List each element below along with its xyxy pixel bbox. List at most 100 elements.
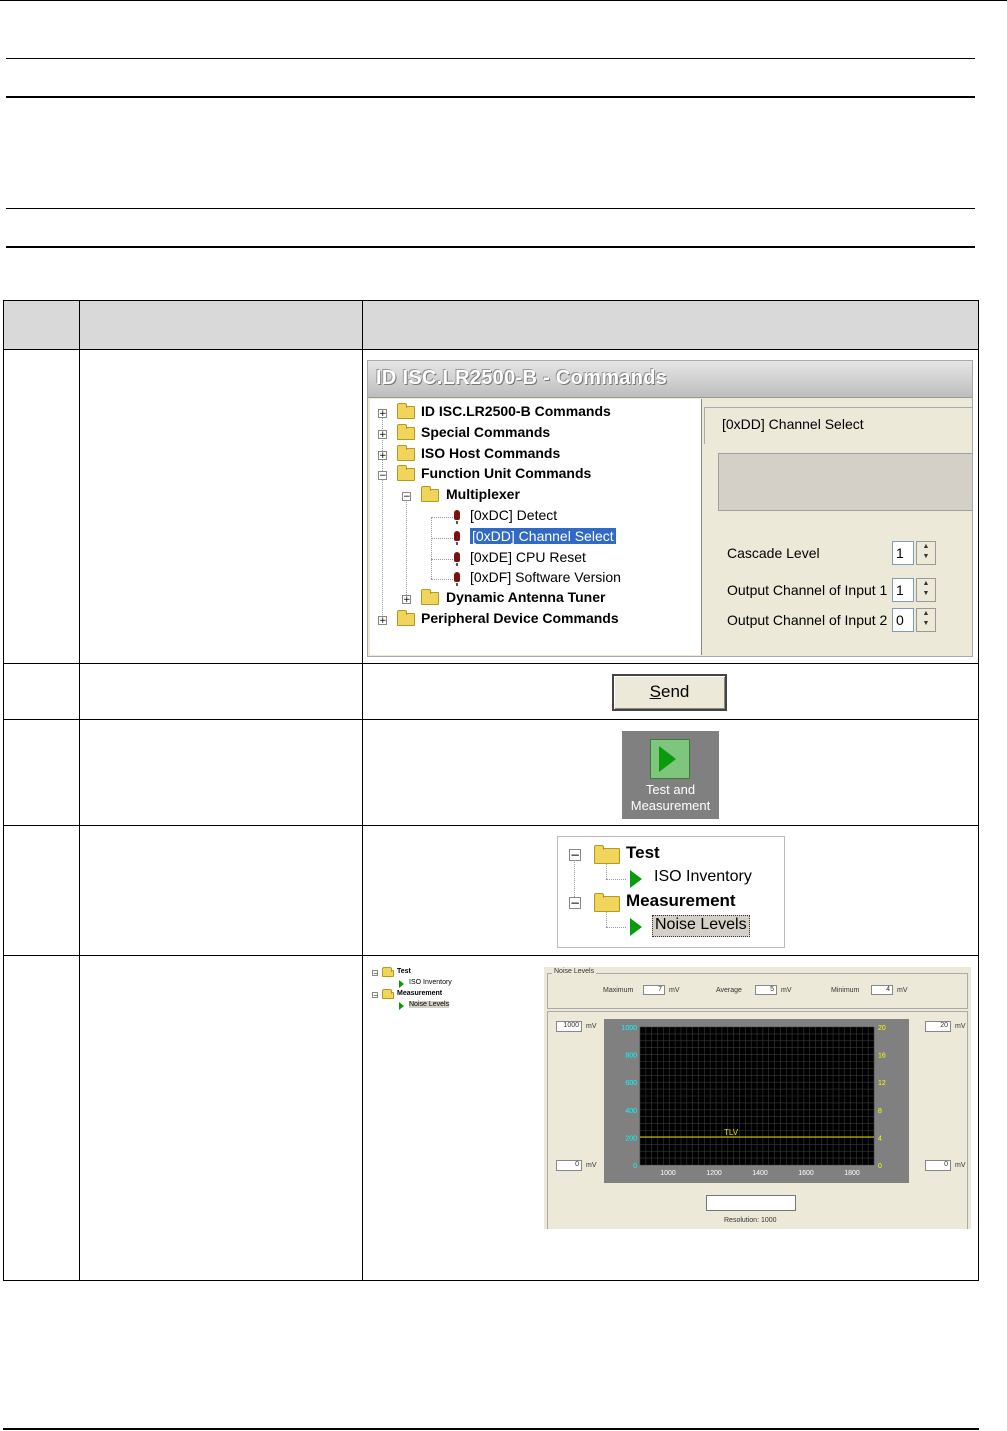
expand-icon[interactable]: + <box>378 430 387 440</box>
noise-chart: TLV 1000 800 600 400 200 0 20 16 12 8 4 0 1000 1200… <box>621 1025 886 1177</box>
tree-item-test[interactable]: Test <box>626 843 660 863</box>
command-icon <box>454 531 460 545</box>
output-channel-2-input[interactable]: 0 <box>892 608 914 632</box>
left-max-input[interactable]: 1000 <box>556 1021 582 1032</box>
tree-item-measurement[interactable]: Measurement <box>397 990 442 997</box>
row-divider <box>4 955 978 956</box>
cascade-level-input[interactable]: 1 <box>892 541 914 565</box>
tree-item-iso-inventory[interactable]: ISO Inventory <box>409 979 452 986</box>
row-divider <box>4 663 978 664</box>
tree-item-dynamic-antenna-tuner[interactable]: Dynamic Antenna Tuner <box>446 587 605 607</box>
command-icon <box>454 510 460 524</box>
x-tick-label: 1600 <box>798 1170 814 1177</box>
footer-rule <box>3 1428 979 1430</box>
play-icon <box>650 739 690 779</box>
tree-item-detect[interactable]: [0xDC] Detect <box>470 505 557 525</box>
left-max-unit: mV <box>586 1023 597 1030</box>
cascade-level-spinner[interactable]: ▲ ▼ <box>916 541 936 565</box>
y-left-tick-label: 1000 <box>621 1025 637 1032</box>
output-channel-1-input[interactable]: 1 <box>892 578 914 602</box>
output-channel-2-label: Output Channel of Input 2 <box>727 612 888 628</box>
folder-icon <box>397 610 415 626</box>
left-min-unit: mV <box>586 1162 597 1169</box>
right-min-input[interactable]: 0 <box>925 1160 951 1171</box>
open-folder-icon <box>594 845 620 864</box>
cascade-level-label: Cascade Level <box>727 545 820 561</box>
left-tick-labels: 1000 800 600 400 200 0 <box>621 1025 637 1170</box>
tree-item-test[interactable]: Test <box>397 968 411 975</box>
x-tick-label: 1400 <box>752 1170 768 1177</box>
y-right-tick-label: 0 <box>878 1163 882 1170</box>
window-title: ID ISC.LR2500-B - Commands <box>376 367 668 389</box>
send-button[interactable]: Send <box>612 674 727 711</box>
tree-item-channel-select[interactable]: [0xDD] Channel Select <box>469 526 617 546</box>
y-left-tick-label: 400 <box>625 1108 637 1115</box>
tree-item-special-commands[interactable]: Special Commands <box>421 422 550 442</box>
tree-item-software-version[interactable]: [0xDF] Software Version <box>470 567 621 587</box>
grid <box>639 1026 875 1166</box>
output-channel-2-spinner[interactable]: ▲ ▼ <box>916 608 936 632</box>
tm-label-line1: Test and <box>645 782 696 797</box>
expand-icon[interactable]: + <box>378 409 387 419</box>
tree-item-function-unit-commands[interactable]: Function Unit Commands <box>421 463 591 483</box>
tree-item-lr2500-commands[interactable]: ID ISC.LR2500-B Commands <box>421 401 611 421</box>
maximum-value: 7 <box>643 985 665 995</box>
y-right-tick-label: 4 <box>878 1135 882 1142</box>
expand-icon[interactable]: + <box>402 595 411 605</box>
y-left-tick-label: 600 <box>625 1080 637 1087</box>
header-rule <box>0 0 1007 1</box>
window-title-bar: ID ISC.LR2500-B - Commands <box>368 361 972 398</box>
command-panel: [0xDD] Channel Select Cascade Level 1 ▲ ▼… <box>704 399 972 656</box>
tree-item-measurement[interactable]: Measurement <box>626 891 736 911</box>
right-max-input[interactable]: 20 <box>925 1021 951 1032</box>
resolution-label: Resolution: 1000 <box>724 1217 777 1224</box>
tree-item-iso-inventory[interactable]: ISO Inventory <box>654 867 752 887</box>
right-min-unit: mV <box>955 1162 966 1169</box>
collapse-icon[interactable]: − <box>372 970 378 977</box>
play-icon <box>399 980 404 988</box>
collapse-icon[interactable]: − <box>378 471 387 481</box>
y-right-tick-label: 8 <box>878 1108 882 1115</box>
command-tree[interactable]: + ID ISC.LR2500-B Commands + Special Com… <box>370 399 702 655</box>
tree-item-noise-levels[interactable]: Noise Levels <box>652 915 750 937</box>
expand-icon[interactable]: + <box>378 616 387 626</box>
tree-item-multiplexer[interactable]: Multiplexer <box>446 484 520 504</box>
tree-item-cpu-reset[interactable]: [0xDE] CPU Reset <box>470 547 586 567</box>
test-measurement-tree: − Test ISO Inventory − Measurement Noise… <box>557 836 785 948</box>
left-min-input[interactable]: 0 <box>556 1160 582 1171</box>
rule-4 <box>6 246 975 248</box>
column-divider <box>362 301 363 1280</box>
rule-3 <box>6 208 975 209</box>
open-folder-icon <box>594 893 620 912</box>
tree-item-iso-host-commands[interactable]: ISO Host Commands <box>421 443 560 463</box>
expand-icon[interactable]: + <box>378 451 387 461</box>
selected-item-label[interactable]: [0xDD] Channel Select <box>469 527 617 545</box>
tree-item-peripheral-device-commands[interactable]: Peripheral Device Commands <box>421 608 619 628</box>
row-divider <box>4 719 978 720</box>
y-right-tick-label: 16 <box>878 1053 886 1060</box>
collapse-icon[interactable]: − <box>372 992 378 999</box>
commands-window: ID ISC.LR2500-B - Commands + ID ISC.LR25… <box>367 360 973 657</box>
minimum-label: Minimum <box>831 987 860 994</box>
table-header-row <box>4 301 978 349</box>
column-divider <box>79 301 80 1280</box>
group-title: Noise Levels <box>552 968 597 975</box>
x-tick-label: 1200 <box>706 1170 722 1177</box>
output-channel-1-label: Output Channel of Input 1 <box>727 582 888 598</box>
right-tick-labels: 20 16 12 8 4 0 <box>878 1025 886 1170</box>
minimum-unit: mV <box>897 987 908 994</box>
rule-1 <box>6 58 975 59</box>
tree-item-noise-levels[interactable]: Noise Levels <box>409 1001 450 1008</box>
play-icon <box>399 1002 404 1010</box>
test-and-measurement-button[interactable]: Test and Measurement <box>622 731 719 819</box>
folder-icon <box>421 589 439 605</box>
collapse-icon[interactable]: − <box>569 849 581 861</box>
maximum-unit: mV <box>669 987 680 994</box>
collapse-icon[interactable]: − <box>402 492 411 502</box>
collapse-icon[interactable]: − <box>569 897 581 909</box>
play-icon <box>630 870 642 888</box>
tm-label-line2: Measurement <box>630 798 711 813</box>
output-channel-1-spinner[interactable]: ▲ ▼ <box>916 578 936 602</box>
resolution-slider[interactable] <box>706 1195 796 1211</box>
average-unit: mV <box>781 987 792 994</box>
